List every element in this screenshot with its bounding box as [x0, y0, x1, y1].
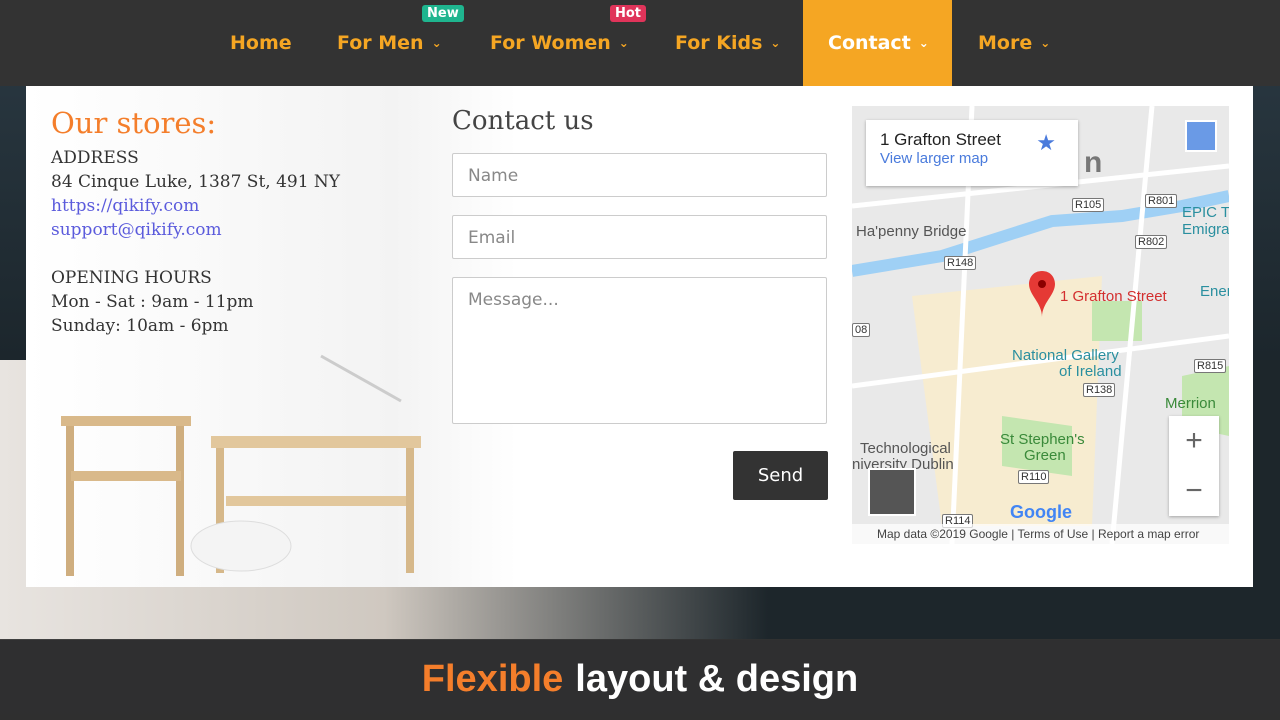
map-label: Merrion — [1165, 395, 1216, 412]
nav-for-men[interactable]: For Men ⌄ — [337, 0, 442, 86]
nav-contact[interactable]: Contact ⌄ — [803, 0, 952, 86]
map-label: Ener — [1200, 283, 1229, 300]
nav-label: Contact — [828, 32, 911, 54]
zoom-controls: + − — [1169, 416, 1219, 516]
map-data-text: Map data ©2019 Google — [877, 527, 1008, 541]
contact-mega-menu: Our stores: ADDRESS 84 Cinque Luke, 1387… — [26, 86, 1253, 587]
hours-heading: OPENING HOURS — [51, 268, 212, 288]
map-label: National Gallery — [1012, 347, 1119, 364]
map-info-box: 1 Grafton Street View larger map ★ — [866, 120, 1078, 186]
road-marker: 08 — [852, 323, 871, 337]
chevron-down-icon: ⌄ — [770, 36, 781, 50]
road-marker: R138 — [1083, 383, 1116, 397]
nav-label: More — [978, 32, 1033, 54]
contact-form: Contact us Name Email Message... Send — [452, 106, 828, 500]
send-button[interactable]: Send — [733, 451, 828, 500]
nav-label: For Women — [490, 32, 611, 54]
contact-title: Contact us — [452, 106, 594, 136]
nav-label: For Men — [337, 32, 424, 54]
satellite-toggle[interactable] — [868, 468, 916, 516]
road-marker: R802 — [1135, 235, 1168, 249]
terms-link[interactable]: Terms of Use — [1018, 527, 1089, 541]
nav-for-kids[interactable]: For Kids ⌄ — [675, 0, 780, 86]
road-marker: R110 — [1018, 470, 1050, 484]
google-map[interactable]: Ha'penny Bridge EPIC T Emigra National G… — [852, 106, 1229, 544]
banner-text: layout & design — [575, 658, 859, 700]
nav-for-women[interactable]: For Women ⌄ — [490, 0, 629, 86]
zoom-out-button[interactable]: − — [1169, 466, 1219, 516]
chevron-down-icon: ⌄ — [1040, 36, 1051, 50]
promo-banner: Flexible layout & design — [0, 639, 1280, 720]
hours-sunday: Sunday: 10am - 6pm — [51, 316, 229, 336]
map-label: n — [1084, 146, 1103, 179]
chevron-down-icon: ⌄ — [918, 36, 929, 50]
zoom-in-button[interactable]: + — [1169, 416, 1219, 466]
email-input[interactable]: Email — [452, 215, 827, 259]
street-view-icon[interactable] — [1185, 120, 1217, 152]
nav-more[interactable]: More ⌄ — [978, 0, 1050, 86]
star-icon[interactable]: ★ — [1036, 130, 1056, 156]
chevron-down-icon: ⌄ — [618, 36, 629, 50]
map-label: Ha'penny Bridge — [856, 223, 967, 240]
message-textarea[interactable]: Message... — [452, 277, 827, 424]
report-error-link[interactable]: Report a map error — [1098, 527, 1199, 541]
map-label: St Stephen's — [1000, 431, 1085, 448]
google-logo: Google — [1010, 502, 1072, 522]
nav-label: Home — [230, 32, 292, 54]
pin-label: 1 Grafton Street — [1060, 288, 1167, 305]
address: 84 Cinque Luke, 1387 St, 491 NY — [51, 172, 341, 192]
map-label: Emigra — [1182, 221, 1229, 238]
map-label: Technological — [860, 440, 951, 457]
map-label: EPIC T — [1182, 204, 1229, 221]
map-label: of Ireland — [1059, 363, 1122, 380]
map-label: Green — [1024, 447, 1066, 464]
name-input[interactable]: Name — [452, 153, 827, 197]
banner-highlight: Flexible — [421, 658, 564, 700]
address-heading: ADDRESS — [51, 148, 139, 168]
chevron-down-icon: ⌄ — [431, 36, 442, 50]
furniture-illustration — [61, 354, 421, 576]
email-link[interactable]: support@qikify.com — [51, 218, 340, 242]
main-nav: Home New For Men ⌄ Hot For Women ⌄ For Kid… — [0, 0, 1280, 86]
map-footer: Map data ©2019 Google | Terms of Use | R… — [852, 524, 1229, 544]
stores-section: Our stores: ADDRESS 84 Cinque Luke, 1387… — [51, 106, 340, 338]
road-marker: R801 — [1145, 194, 1178, 208]
stores-title: Our stores: — [51, 106, 217, 140]
map-pin-icon — [1029, 271, 1055, 317]
hours-weekday: Mon - Sat : 9am - 11pm — [51, 292, 254, 312]
road-marker: R105 — [1072, 198, 1105, 212]
website-link[interactable]: https://qikify.com — [51, 194, 340, 218]
road-marker: R815 — [1194, 359, 1227, 373]
road-marker: R148 — [944, 256, 977, 270]
nav-home[interactable]: Home — [230, 0, 292, 86]
nav-label: For Kids — [675, 32, 763, 54]
